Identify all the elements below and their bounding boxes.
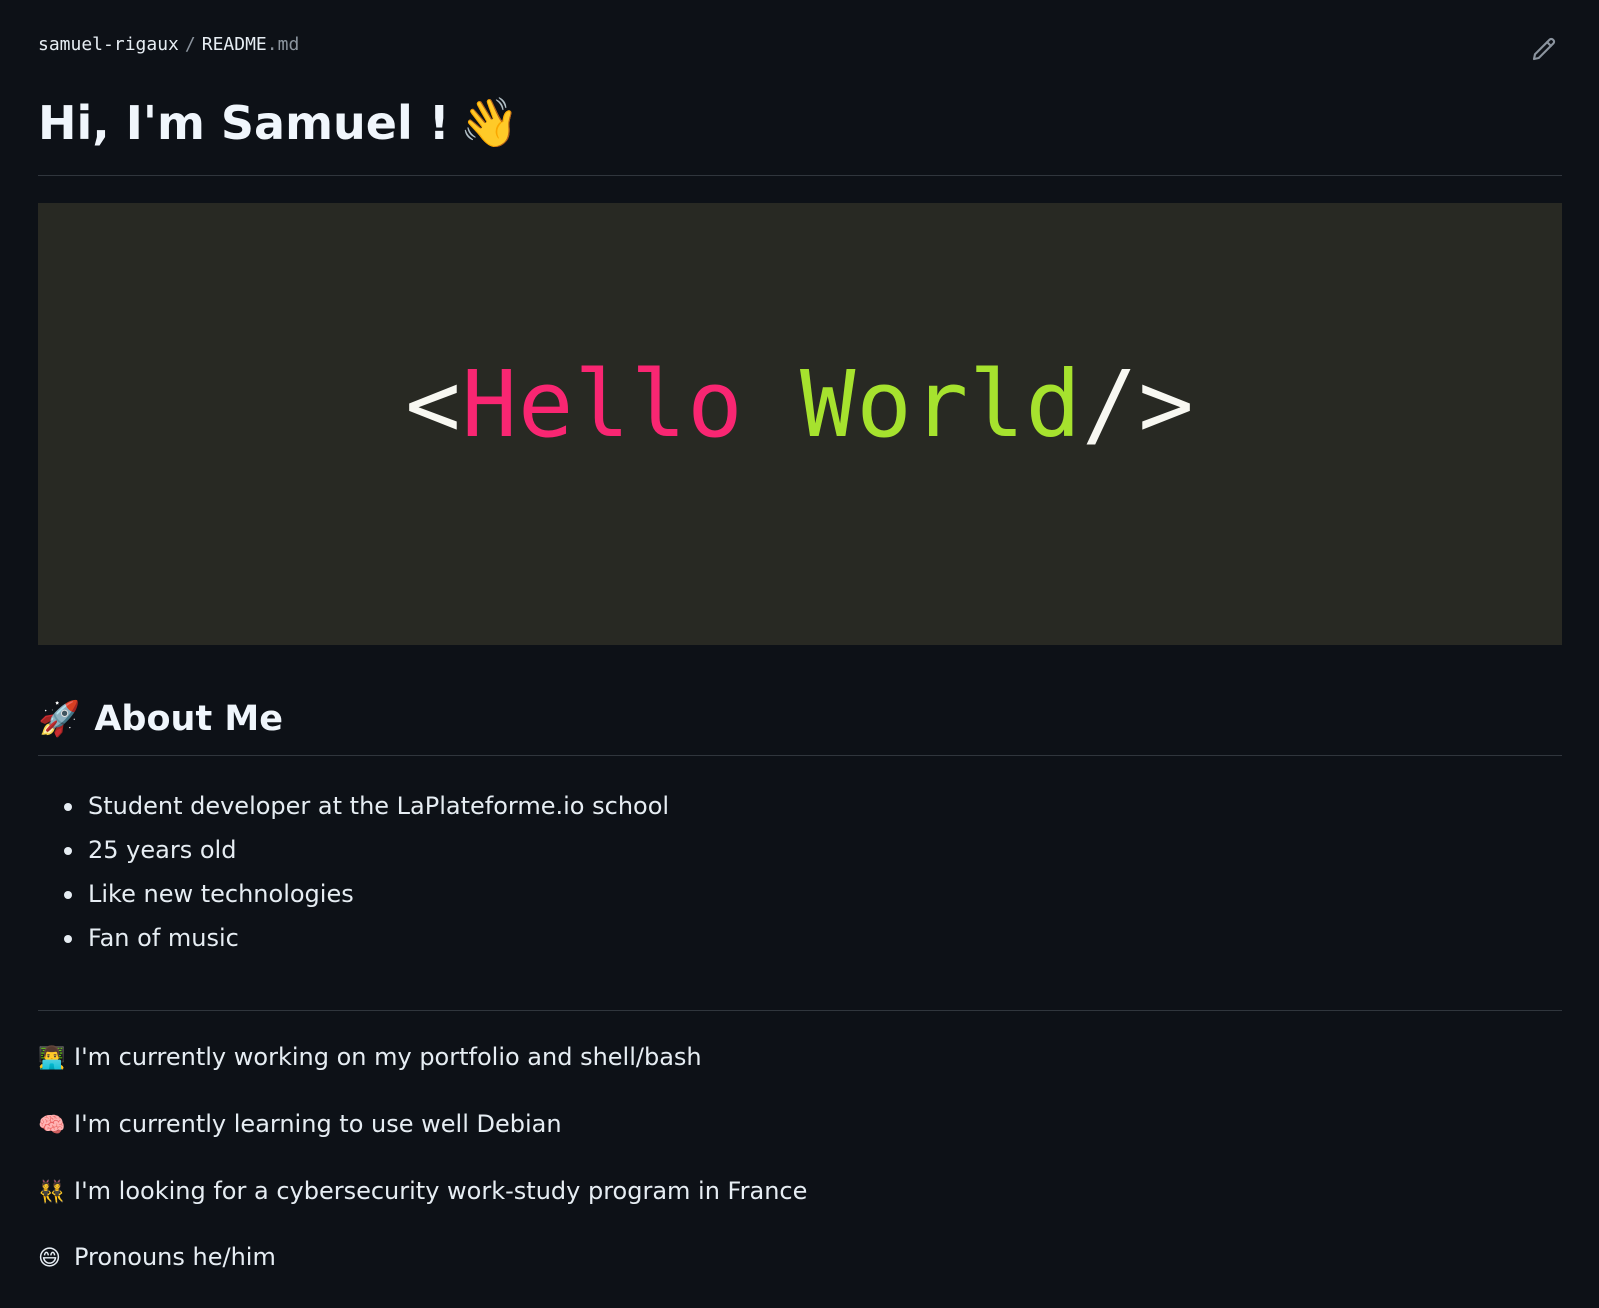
dancers-icon: 👯 bbox=[38, 1180, 66, 1205]
banner-close-bracket: /> bbox=[1081, 351, 1195, 458]
readme-title: Hi, I'm Samuel ! 👋 bbox=[38, 95, 520, 151]
status-text: Pronouns he/him bbox=[74, 1243, 276, 1271]
about-divider bbox=[38, 755, 1562, 756]
status-line-working: 👨‍💻 I'm currently working on my portfolio… bbox=[38, 1043, 702, 1071]
section-divider bbox=[38, 1010, 1562, 1011]
banner-word-world: World bbox=[800, 351, 1082, 458]
about-heading-text: About Me bbox=[94, 699, 283, 739]
status-text: I'm currently learning to use well Debia… bbox=[74, 1110, 562, 1138]
rocket-icon: 🚀 bbox=[38, 699, 81, 739]
about-heading: 🚀 About Me bbox=[38, 699, 283, 739]
status-line-looking: 👯 I'm looking for a cybersecurity work-st… bbox=[38, 1177, 807, 1205]
list-item: 25 years old bbox=[63, 828, 669, 872]
banner-open-bracket: < bbox=[405, 351, 462, 458]
file-name: README bbox=[201, 34, 267, 55]
banner-word-hello: Hello bbox=[461, 351, 744, 458]
waving-hand-icon: 👋 bbox=[459, 95, 520, 151]
status-text: I'm currently working on my portfolio an… bbox=[74, 1043, 702, 1071]
title-divider bbox=[38, 175, 1562, 176]
breadcrumb-separator: / bbox=[184, 34, 196, 55]
repo-owner-link[interactable]: samuel-rigaux bbox=[38, 34, 179, 55]
technologist-icon: 👨‍💻 bbox=[38, 1046, 66, 1071]
edit-file-button[interactable] bbox=[1529, 34, 1559, 64]
status-line-learning: 🧠 I'm currently learning to use well Debi… bbox=[38, 1110, 562, 1138]
file-breadcrumb: samuel-rigaux / README.md bbox=[38, 34, 299, 55]
smile-icon: 😄 bbox=[38, 1246, 61, 1271]
file-extension: .md bbox=[266, 34, 300, 55]
list-item: Student developer at the LaPlateforme.io… bbox=[63, 784, 669, 828]
pencil-icon bbox=[1532, 37, 1556, 61]
list-item: Like new technologies bbox=[63, 872, 669, 916]
status-text: I'm looking for a cybersecurity work-stu… bbox=[74, 1177, 808, 1205]
about-list: Student developer at the LaPlateforme.io… bbox=[38, 784, 669, 960]
brain-icon: 🧠 bbox=[38, 1113, 66, 1138]
status-line-pronouns: 😄 Pronouns he/him bbox=[38, 1243, 276, 1271]
banner-code-text: <Hello World/> bbox=[38, 351, 1562, 458]
title-text: Hi, I'm Samuel ! bbox=[38, 96, 450, 150]
list-item: Fan of music bbox=[63, 916, 669, 960]
hello-world-banner-image: <Hello World/> bbox=[38, 203, 1562, 645]
